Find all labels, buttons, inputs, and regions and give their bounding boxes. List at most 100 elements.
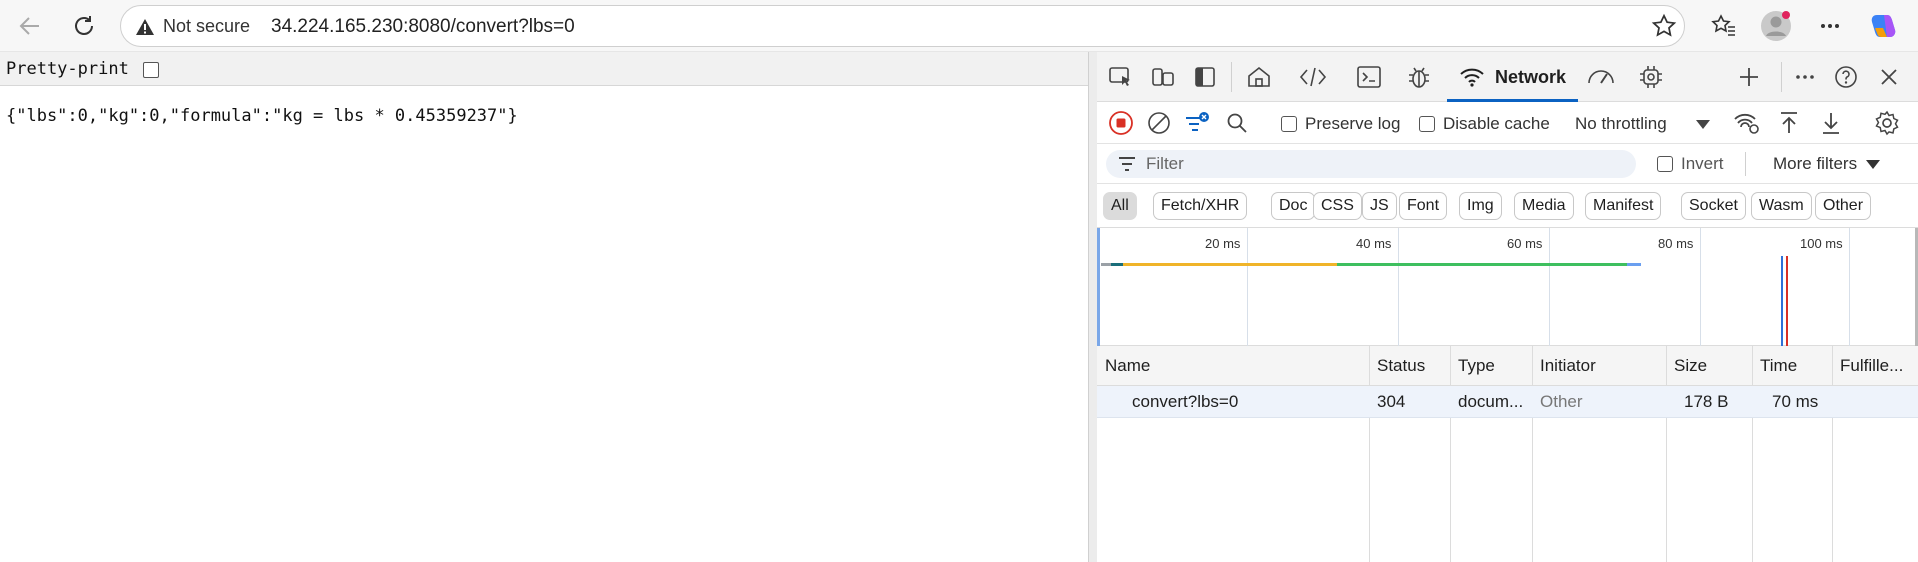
disable-cache-checkbox[interactable] [1419,116,1435,132]
type-filter-wasm[interactable]: Wasm [1751,192,1812,220]
dock-side-icon[interactable] [1189,61,1221,93]
column-header-size[interactable]: Size [1674,356,1707,376]
timeline-tick-label: 20 ms [1205,236,1241,251]
dropdown-arrow-icon [1695,120,1710,129]
more-filters-button[interactable]: More filters [1773,154,1881,174]
network-toolbar: Preserve log Disable cache No throttling [1097,102,1918,144]
timeline-bar-waiting [1123,263,1337,266]
type-filter-js[interactable]: JS [1362,192,1397,220]
column-divider[interactable] [1666,346,1667,562]
network-conditions-icon[interactable] [1731,107,1763,139]
star-icon[interactable] [1646,8,1682,44]
toolbar-separator [1781,62,1782,92]
network-settings-gear-icon[interactable] [1871,107,1903,139]
favorites-icon[interactable] [1706,8,1742,44]
timeline-bar-end [1627,263,1641,266]
filter-input[interactable]: Filter [1106,150,1636,178]
inspect-element-icon[interactable] [1105,61,1137,93]
invert-option[interactable]: Invert [1657,154,1724,174]
console-icon[interactable] [1353,61,1385,93]
request-status: 304 [1377,392,1406,411]
column-header-type[interactable]: Type [1458,356,1495,376]
request-initiator: Other [1540,392,1583,411]
preserve-log-option[interactable]: Preserve log [1281,114,1400,134]
add-tab-plus-icon[interactable] [1733,61,1765,93]
pretty-print-checkbox[interactable] [143,62,159,78]
throttling-select[interactable]: No throttling [1575,114,1711,134]
timeline-bar-queue [1101,263,1111,266]
settings-chip-icon[interactable] [1635,61,1667,93]
profile-icon[interactable] [1758,8,1794,44]
invert-label: Invert [1681,154,1724,173]
type-filter-socket[interactable]: Socket [1681,192,1746,220]
type-filter-manifest[interactable]: Manifest [1585,192,1662,220]
network-overview-timeline[interactable]: 20 ms 40 ms 60 ms 80 ms 100 ms [1097,228,1918,346]
site-info-button[interactable]: Not secure [135,16,250,37]
import-upload-icon[interactable] [1773,107,1805,139]
disable-cache-option[interactable]: Disable cache [1419,114,1550,134]
requests-table-header: Name Status Type Initiator Size Time Ful… [1097,346,1918,386]
type-filter-font[interactable]: Font [1399,192,1448,220]
type-filter-css[interactable]: CSS [1313,192,1362,220]
type-filter-media[interactable]: Media [1514,192,1574,220]
load-event-marker [1786,256,1788,346]
timeline-gridline [1247,228,1248,346]
back-icon[interactable] [12,8,48,44]
timeline-gridline [1549,228,1550,346]
record-stop-icon[interactable] [1105,107,1137,139]
close-devtools-icon[interactable] [1873,61,1905,93]
toolbar-separator [1745,152,1746,176]
browser-toolbar: Not secure 34.224.165.230:8080/convert?l… [0,0,1918,52]
not-secure-label: Not secure [163,16,251,36]
column-header-initiator[interactable]: Initiator [1540,356,1596,376]
preserve-log-checkbox[interactable] [1281,116,1297,132]
performance-gauge-icon[interactable] [1585,61,1617,93]
devtools-tabbar: Network [1097,52,1918,102]
page-content: Pretty-print {"lbs":0,"kg":0,"formula":"… [0,52,1090,562]
clear-icon[interactable] [1143,107,1175,139]
help-icon[interactable] [1830,61,1862,93]
more-icon[interactable] [1812,8,1848,44]
more-filters-label: More filters [1773,154,1858,173]
column-header-status[interactable]: Status [1377,356,1425,376]
type-filter-other[interactable]: Other [1815,192,1872,220]
throttling-value: No throttling [1575,114,1667,133]
export-download-icon[interactable] [1815,107,1847,139]
welcome-home-icon[interactable] [1243,61,1275,93]
column-divider[interactable] [1369,346,1370,562]
request-time: 70 ms [1772,392,1819,411]
disable-cache-label: Disable cache [1443,114,1550,133]
column-divider[interactable] [1450,346,1451,562]
type-filter-all[interactable]: All [1103,192,1137,220]
table-row[interactable]: convert?lbs=0 304 docum... Other 178 B 7… [1097,386,1918,418]
request-type: docum... [1458,392,1524,411]
timeline-bar-connect [1111,263,1123,266]
search-icon[interactable] [1221,107,1253,139]
type-filter-img[interactable]: Img [1459,192,1502,220]
invert-checkbox[interactable] [1657,156,1673,172]
address-bar[interactable]: Not secure 34.224.165.230:8080/convert?l… [120,5,1685,47]
tab-network[interactable]: Network [1447,52,1579,102]
url-text[interactable]: 34.224.165.230:8080/convert?lbs=0 [271,16,575,38]
timeline-tick-label: 40 ms [1356,236,1392,251]
device-toolbar-icon[interactable] [1147,61,1179,93]
refresh-icon[interactable] [66,8,102,44]
column-header-time[interactable]: Time [1760,356,1797,376]
column-divider[interactable] [1752,346,1753,562]
elements-code-icon[interactable] [1297,61,1329,93]
column-divider[interactable] [1832,346,1833,562]
devtools-panel: Network Preserve log Disable cache No th… [1097,52,1918,562]
timeline-left-handle[interactable] [1097,228,1100,346]
column-header-fulfilled[interactable]: Fulfille... [1840,356,1903,376]
column-divider[interactable] [1532,346,1533,562]
filter-active-icon[interactable] [1181,107,1213,139]
dom-content-loaded-marker [1781,256,1783,346]
type-filter-doc[interactable]: Doc [1271,192,1316,220]
copilot-icon[interactable] [1866,8,1902,44]
filter-placeholder: Filter [1146,154,1184,173]
debug-bug-icon[interactable] [1403,61,1435,93]
column-header-name[interactable]: Name [1105,356,1150,376]
more-tools-icon[interactable] [1789,61,1821,93]
type-filter-fetch-xhr[interactable]: Fetch/XHR [1153,192,1248,220]
request-name[interactable]: convert?lbs=0 [1132,392,1238,412]
